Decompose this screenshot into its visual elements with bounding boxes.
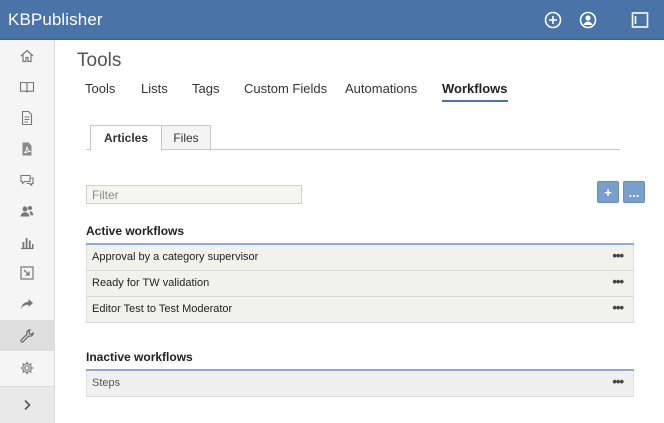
more-options-button[interactable]: ...: [623, 181, 645, 203]
sub-tabs: Articles Files: [86, 125, 620, 151]
sidebar-item-pdf[interactable]: [0, 133, 54, 164]
main-content: Tools Tools Lists Tags Custom Fields Aut…: [56, 40, 664, 423]
row-menu-button[interactable]: •••: [612, 248, 624, 263]
workflow-name: Approval by a category supervisor: [92, 251, 259, 263]
filter-input[interactable]: [86, 185, 302, 204]
subtab-articles[interactable]: Articles: [90, 125, 162, 151]
active-workflows-list: Approval by a category supervisor ••• Re…: [86, 243, 634, 323]
sidebar-item-reports[interactable]: [0, 226, 54, 257]
bar-chart-icon: [21, 237, 34, 249]
row-menu-button[interactable]: •••: [612, 274, 624, 289]
chat-icon: [20, 174, 34, 186]
workflow-name: Editor Test to Test Moderator: [92, 303, 233, 315]
users-icon: [20, 205, 34, 216]
share-arrow-icon: [21, 298, 33, 309]
inactive-workflows-title: Inactive workflows: [86, 350, 193, 364]
sidebar-item-share[interactable]: [0, 288, 54, 319]
workflow-name: Ready for TW validation: [92, 277, 210, 289]
gear-icon: [20, 361, 34, 374]
list-item[interactable]: Editor Test to Test Moderator •••: [86, 297, 634, 323]
subtab-files[interactable]: Files: [161, 125, 211, 150]
tab-tools[interactable]: Tools: [85, 81, 115, 100]
sidebar-item-import[interactable]: [0, 257, 54, 288]
window-icon[interactable]: [630, 10, 650, 30]
home-icon: [20, 49, 34, 62]
sidebar-item-home[interactable]: [0, 40, 54, 71]
list-item[interactable]: Steps •••: [86, 371, 634, 397]
tab-custom-fields[interactable]: Custom Fields: [244, 81, 327, 100]
import-icon: [20, 265, 34, 280]
add-workflow-button[interactable]: +: [597, 181, 619, 203]
inactive-workflows-list: Steps •••: [86, 369, 634, 397]
page-title: Tools: [77, 50, 122, 71]
app-brand[interactable]: KBPublisher: [8, 10, 103, 30]
tab-workflows[interactable]: Workflows: [442, 81, 508, 102]
sidebar-item-settings[interactable]: [0, 352, 54, 383]
sidebar-item-feedback[interactable]: [0, 164, 54, 195]
workflow-name: Steps: [92, 377, 121, 389]
tab-tags[interactable]: Tags: [192, 81, 219, 100]
tab-lists[interactable]: Lists: [141, 81, 168, 100]
plus-circle-icon[interactable]: [543, 10, 563, 30]
list-item[interactable]: Approval by a category supervisor •••: [86, 245, 634, 271]
list-item[interactable]: Ready for TW validation •••: [86, 271, 634, 297]
sidebar-item-files[interactable]: [0, 102, 54, 133]
tab-automations[interactable]: Automations: [345, 81, 417, 100]
sidebar: [0, 40, 55, 423]
sidebar-item-knowledgebase[interactable]: [0, 71, 54, 102]
sidebar-item-tools[interactable]: [0, 320, 54, 351]
top-bar: KBPublisher: [0, 0, 664, 40]
row-menu-button[interactable]: •••: [612, 374, 624, 389]
document-icon: [21, 110, 33, 125]
user-circle-icon[interactable]: [578, 10, 598, 30]
book-icon: [19, 81, 35, 93]
pdf-file-icon: [22, 142, 32, 155]
workflows-panel: Articles Files + ... Active workflows Ap…: [86, 125, 664, 423]
sidebar-item-users[interactable]: [0, 195, 54, 226]
active-workflows-title: Active workflows: [86, 224, 185, 238]
chevron-right-icon: [24, 399, 31, 411]
wrench-icon: [20, 328, 34, 343]
row-menu-button[interactable]: •••: [612, 300, 624, 315]
sidebar-expand-button[interactable]: [0, 386, 54, 423]
